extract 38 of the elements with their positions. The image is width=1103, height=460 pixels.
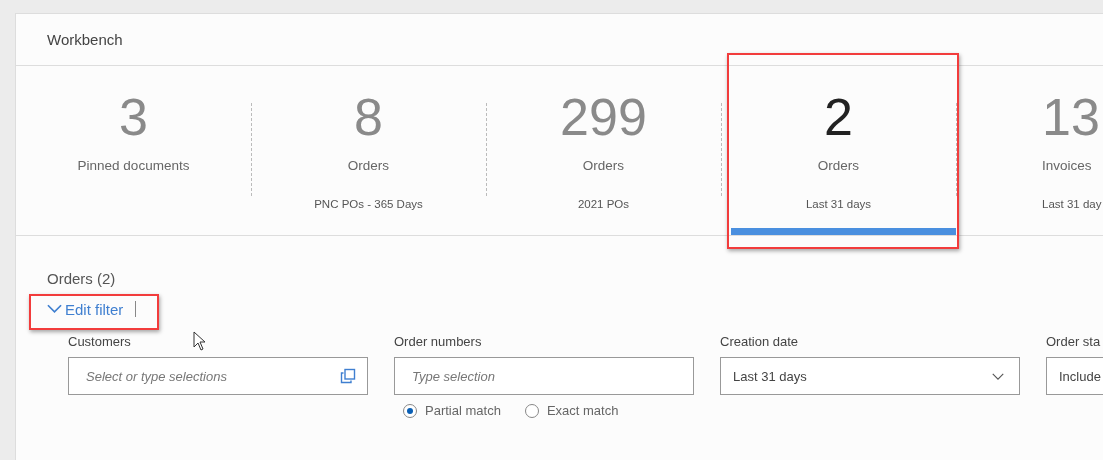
tile-subtitle: Last 31 days [805, 198, 872, 210]
tile[interactable]: 8 Orders PNC POs - 365 Days [251, 66, 486, 235]
edit-filter-link[interactable]: Edit filter [47, 300, 124, 318]
tile-count: 8 [354, 88, 383, 146]
radio-option[interactable]: Exact match [524, 403, 619, 418]
cursor-icon [193, 331, 207, 351]
field-label: Order numbers [394, 334, 482, 349]
radio-button[interactable] [403, 403, 417, 418]
page-title: Workbench [47, 31, 123, 48]
tile-subtitle: Last 31 day [1042, 198, 1102, 210]
tile-count: 13 [1042, 88, 1100, 146]
dropdown-field[interactable]: Last 31 days [720, 357, 1020, 395]
tile-count: 3 [119, 88, 148, 146]
input-field[interactable]: Type selection [394, 357, 694, 395]
radio-option[interactable]: Partial match [403, 403, 501, 418]
field-label: Creation date [720, 334, 799, 349]
chevron-icon [47, 304, 62, 314]
selected-tile[interactable]: 2 Orders Last 31 days [721, 66, 956, 235]
tile[interactable]: 299 Orders 2021 POs [486, 66, 721, 235]
dropdown-field[interactable]: Include [1046, 357, 1103, 395]
tile-count: 299 [560, 88, 647, 146]
tile-subtitle: PNC POs - 365 Days [314, 198, 423, 210]
tile-count: 2 [824, 88, 853, 146]
section-title: Orders (2) [47, 270, 116, 287]
value-help-icon [340, 368, 356, 384]
field-label: Order sta [1046, 334, 1101, 349]
tile-label: Orders [347, 158, 390, 173]
tile[interactable]: 3 Pinned documents [16, 66, 251, 235]
radio-button[interactable] [524, 403, 539, 418]
chevron-icon [991, 371, 1005, 381]
tile-label: Invoices [1042, 158, 1092, 173]
tile-label: Orders [817, 158, 860, 173]
input-field[interactable]: Select or type selections [68, 357, 368, 395]
tile-label: Pinned documents [77, 158, 190, 173]
tile-label: Orders [582, 158, 625, 173]
tile[interactable]: 13 Invoices Last 31 day [956, 66, 1103, 235]
tile-subtitle: 2021 POs [577, 198, 630, 210]
field-label: Customers [68, 334, 131, 349]
